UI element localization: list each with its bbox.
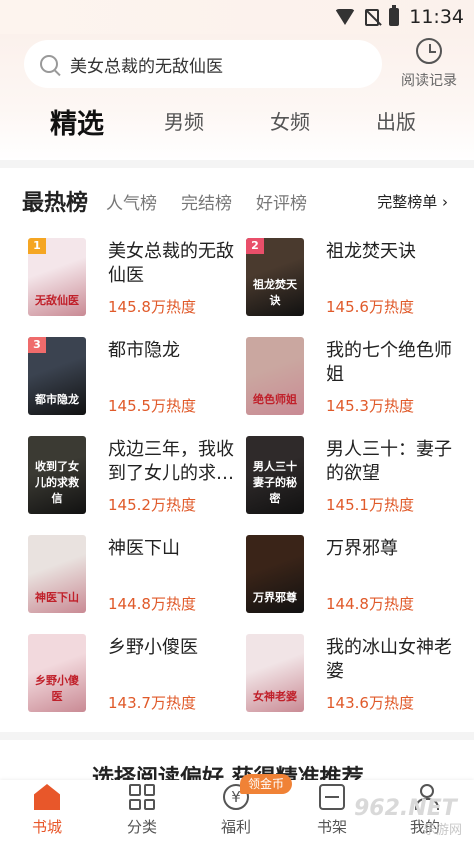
home-icon	[34, 784, 60, 810]
book-heat: 143.7万热度	[108, 694, 196, 712]
nav-label: 书架	[316, 818, 347, 836]
book-heat: 145.1万热度	[326, 496, 414, 514]
bookshelf-icon	[319, 784, 345, 810]
book-item[interactable]: 男人三十 妻子的秘密 男人三十：妻子的欲望 145.1万热度	[246, 436, 466, 516]
reading-history-button[interactable]: 阅读记录	[394, 38, 464, 90]
book-heat: 145.6万热度	[326, 298, 414, 316]
search-placeholder: 美女总裁的无敌仙医	[70, 56, 223, 77]
book-title[interactable]: 我的七个绝色师姐	[326, 339, 464, 387]
book-item[interactable]: 乡野小傻医 乡野小傻医 143.7万热度	[28, 634, 248, 714]
book-title[interactable]: 万界邪尊	[326, 537, 464, 561]
wifi-icon	[335, 9, 356, 25]
book-title[interactable]: 男人三十：妻子的欲望	[326, 438, 464, 486]
watermark: 962.NET 乐游网	[354, 796, 466, 838]
watermark-main: 962.NET	[354, 796, 457, 821]
section-divider	[0, 732, 474, 740]
channel-tabs: 精选 男频 女频 出版	[0, 106, 474, 146]
no-sim-icon	[365, 8, 380, 26]
book-heat: 145.5万热度	[108, 397, 196, 415]
ranking-tab-rated[interactable]: 好评榜	[256, 189, 307, 214]
app-screen: 11:34 美女总裁的无敌仙医 阅读记录 精选 男频 女频 出版 最热榜 人气榜…	[0, 0, 474, 842]
book-cover-title: 万界邪尊	[253, 591, 297, 604]
rank-badge: 3	[28, 337, 46, 353]
header: 美女总裁的无敌仙医 阅读记录 精选 男频 女频 出版	[0, 34, 474, 160]
book-cover[interactable]: 女神老婆	[246, 634, 304, 712]
book-cover-title: 乡野小傻医	[35, 674, 79, 703]
book-cover-title: 女神老婆	[253, 690, 297, 703]
book-item[interactable]: 女神老婆 我的冰山女神老婆 143.6万热度	[246, 634, 466, 714]
book-cover-title: 收到了女儿的求救信	[35, 460, 79, 505]
category-icon	[129, 784, 155, 810]
book-cover[interactable]: 无敌仙医 1	[28, 238, 86, 316]
book-title[interactable]: 祖龙焚天诀	[326, 240, 464, 264]
book-cover[interactable]: 都市隐龙 3	[28, 337, 86, 415]
book-heat: 144.8万热度	[108, 595, 196, 613]
book-item[interactable]: 万界邪尊 万界邪尊 144.8万热度	[246, 535, 466, 615]
book-item[interactable]: 都市隐龙 3 都市隐龙 145.5万热度	[28, 337, 248, 417]
book-heat: 143.6万热度	[326, 694, 414, 712]
book-cover[interactable]: 祖龙焚天诀 2	[246, 238, 304, 316]
status-bar: 11:34	[0, 0, 474, 34]
book-title[interactable]: 美女总裁的无敌仙医	[108, 240, 246, 288]
search-bar[interactable]: 美女总裁的无敌仙医	[24, 40, 382, 88]
book-heat: 144.8万热度	[326, 595, 414, 613]
book-cover[interactable]: 绝色师姐	[246, 337, 304, 415]
book-title[interactable]: 我的冰山女神老婆	[326, 636, 464, 684]
book-heat: 145.3万热度	[326, 397, 414, 415]
book-cover[interactable]: 收到了女儿的求救信	[28, 436, 86, 514]
battery-icon	[389, 5, 400, 26]
book-cover-title: 绝色师姐	[253, 393, 297, 406]
coin-badge[interactable]: 领金币	[240, 774, 293, 794]
book-cover-title: 无敌仙医	[35, 294, 79, 307]
ranking-header: 最热榜 人气榜 完结榜 好评榜 完整榜单 ›	[22, 184, 462, 218]
book-cover[interactable]: 神医下山	[28, 535, 86, 613]
ranking-tab-completed[interactable]: 完结榜	[181, 189, 232, 214]
tab-featured[interactable]: 精选	[50, 102, 104, 141]
nav-label: 书城	[31, 818, 62, 836]
tab-female[interactable]: 女频	[270, 106, 310, 135]
book-cover-title: 男人三十 妻子的秘密	[253, 460, 297, 505]
book-title[interactable]: 神医下山	[108, 537, 246, 561]
tab-published[interactable]: 出版	[376, 106, 416, 135]
status-time: 11:34	[409, 6, 464, 28]
book-heat: 145.2万热度	[108, 496, 196, 514]
nav-label: 福利	[220, 818, 251, 836]
book-cover[interactable]: 万界邪尊	[246, 535, 304, 613]
nav-label: 分类	[126, 818, 157, 836]
full-ranking-link[interactable]: 完整榜单 ›	[377, 191, 448, 212]
watermark-sub: 乐游网	[422, 823, 462, 838]
book-item[interactable]: 神医下山 神医下山 144.8万热度	[28, 535, 248, 615]
book-title[interactable]: 戍边三年，我收到了女儿的求救信	[108, 438, 246, 486]
book-cover-title: 都市隐龙	[35, 393, 79, 406]
book-title[interactable]: 都市隐龙	[108, 339, 246, 363]
book-cover[interactable]: 男人三十 妻子的秘密	[246, 436, 304, 514]
book-cover-title: 神医下山	[35, 591, 79, 604]
ranking-tab-popular[interactable]: 人气榜	[106, 189, 157, 214]
book-title[interactable]: 乡野小傻医	[108, 636, 246, 660]
preference-promo: 选择阅读偏好 获得精准推荐	[92, 765, 364, 782]
clock-icon	[416, 38, 442, 64]
nav-bookstore[interactable]: 书城	[12, 784, 82, 837]
book-cover[interactable]: 乡野小傻医	[28, 634, 86, 712]
ranking-title: 最热榜	[22, 190, 89, 216]
book-item[interactable]: 收到了女儿的求救信戍边三年，我收到了女儿的求救信 145.2万热度	[28, 436, 248, 516]
reading-history-label: 阅读记录	[401, 73, 457, 89]
search-icon	[40, 55, 58, 73]
book-item[interactable]: 绝色师姐 我的七个绝色师姐 145.3万热度	[246, 337, 466, 417]
book-item[interactable]: 祖龙焚天诀 2 祖龙焚天诀 145.6万热度	[246, 238, 466, 318]
rank-badge: 2	[246, 238, 264, 254]
book-heat: 145.8万热度	[108, 298, 196, 316]
tab-male[interactable]: 男频	[164, 106, 204, 135]
rank-badge: 1	[28, 238, 46, 254]
nav-category[interactable]: 分类	[107, 784, 177, 837]
section-divider	[0, 160, 474, 168]
book-cover-title: 祖龙焚天诀	[253, 278, 297, 307]
book-item[interactable]: 无敌仙医 1 美女总裁的无敌仙医 145.8万热度	[28, 238, 248, 318]
